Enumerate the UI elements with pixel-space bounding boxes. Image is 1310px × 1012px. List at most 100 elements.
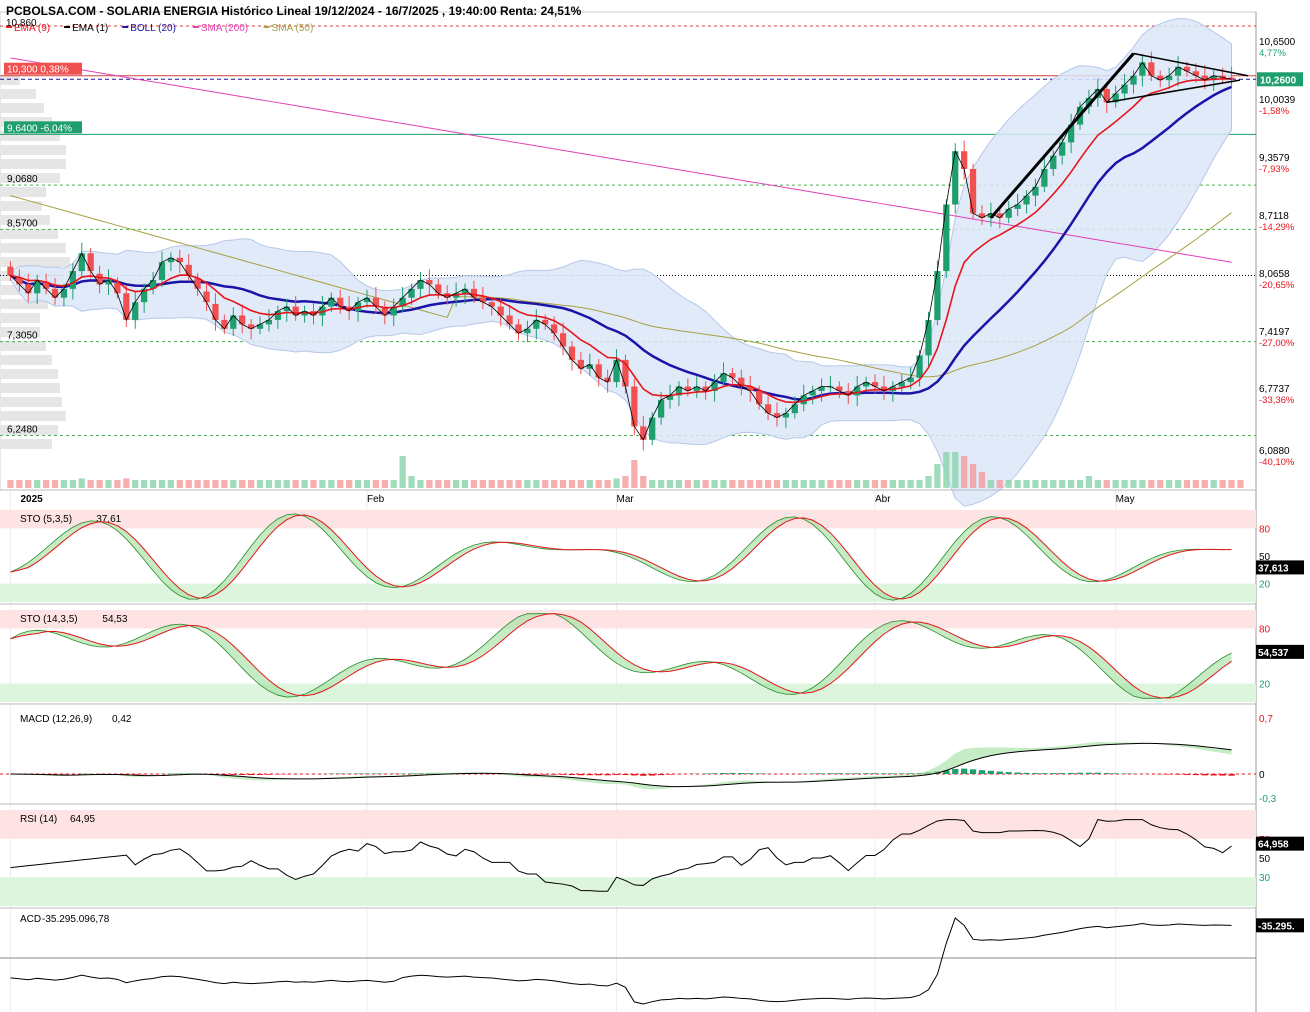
volume-bar — [1139, 480, 1146, 488]
candle-body — [497, 306, 504, 316]
macd-hist-bar — [961, 768, 968, 774]
candle-body — [7, 266, 14, 276]
volume-profile-bar — [0, 187, 46, 197]
macd-hist-bar — [871, 773, 879, 774]
macd-hist-bar — [586, 774, 593, 776]
panel-axis-label: 30 — [1259, 873, 1271, 884]
macd-hist-bar — [1014, 772, 1021, 774]
candle-body — [1050, 155, 1057, 169]
volume-bar — [631, 460, 638, 488]
volume-bar — [854, 480, 861, 488]
volume-profile-bar — [0, 355, 52, 365]
volume-bar — [319, 480, 326, 488]
volume-bar — [408, 476, 415, 488]
volume-bar — [551, 480, 558, 488]
macd-hist-bar — [559, 774, 567, 775]
level-tag-label: 9,6400 -6,04% — [7, 123, 72, 134]
volume-bar — [328, 480, 335, 488]
panel-axis-label: 20 — [1259, 680, 1271, 691]
macd-hist-bar — [1094, 772, 1101, 774]
candle-body — [1139, 62, 1146, 76]
volume-profile-bar — [0, 103, 44, 113]
panel-value: -35.295.096,78 — [42, 914, 110, 925]
candle-body — [212, 303, 219, 320]
candle-body — [435, 284, 442, 294]
candle-body — [470, 288, 478, 298]
volume-bar — [1228, 480, 1235, 488]
volume-bar — [1148, 480, 1155, 488]
level-tag-label: 9,0680 — [7, 174, 38, 185]
candle-body — [925, 319, 932, 356]
volume-bar — [1237, 480, 1244, 488]
candle-body — [631, 386, 638, 427]
volume-bar — [51, 480, 59, 488]
volume-profile-bar — [0, 145, 66, 155]
candle-body — [934, 271, 941, 320]
macd-hist-bar — [952, 768, 959, 774]
volume-bar — [640, 476, 647, 488]
volume-bar — [167, 480, 175, 488]
volume-profile-bar — [0, 369, 58, 379]
volume-bar — [60, 480, 68, 488]
panel-tag: -35.295. — [1258, 921, 1295, 932]
candle-body — [1005, 208, 1012, 218]
volume-bar — [978, 472, 986, 488]
volume-bar — [1023, 480, 1030, 488]
volume-bar — [666, 480, 674, 488]
volume-bar — [461, 480, 469, 488]
candle-body — [328, 297, 335, 307]
macd-hist-bar — [1032, 773, 1039, 774]
candle-body — [158, 262, 166, 280]
macd-hist-bar — [1166, 774, 1173, 775]
macd-hist-bar — [640, 774, 647, 776]
volume-bar — [515, 480, 522, 488]
candle-body — [274, 311, 281, 320]
macd-hist-bar — [827, 773, 834, 774]
volume-bar — [1067, 480, 1075, 488]
volume-bar — [363, 480, 371, 488]
volume-bar — [622, 476, 629, 488]
y-axis-label: 8,0658 — [1259, 269, 1290, 280]
volume-bar — [42, 480, 50, 488]
volume-bar — [996, 480, 1003, 488]
macd-hist-bar — [649, 774, 656, 776]
top-level-label: 10,860 — [6, 18, 37, 29]
volume-bar — [1085, 476, 1093, 488]
macd-hist-bar — [622, 774, 629, 775]
volume-bar — [488, 480, 495, 488]
volume-bar — [381, 480, 388, 488]
volume-bar — [158, 480, 166, 488]
volume-bar — [720, 480, 727, 488]
candle-body — [51, 288, 59, 298]
volume-bar — [1014, 480, 1021, 488]
macd-hist-bar — [1219, 774, 1226, 776]
volume-profile-bar — [0, 243, 66, 253]
volume-bar — [34, 480, 41, 488]
volume-bar — [818, 480, 825, 488]
macd-hist-bar — [1059, 773, 1066, 774]
macd-hist-bar — [613, 774, 620, 775]
macd-hist-bar — [1201, 774, 1208, 776]
volume-bar — [987, 480, 995, 488]
volume-bar — [7, 480, 14, 488]
volume-bar — [577, 480, 585, 488]
y-axis-label: 9,3579 — [1259, 153, 1290, 164]
candle-body — [185, 264, 192, 276]
pct-axis-label: -7,93% — [1259, 164, 1290, 175]
volume-bar — [871, 480, 879, 488]
volume-bar — [417, 480, 424, 488]
volume-bar — [862, 480, 870, 488]
acd-line — [10, 917, 1232, 1005]
candle-body — [640, 426, 647, 440]
volume-profile-bar — [0, 313, 40, 323]
volume-bar — [96, 480, 103, 488]
panel-axis-label: 50 — [1259, 854, 1271, 865]
volume-bar — [1103, 480, 1110, 488]
macd-hist-bar — [1067, 772, 1075, 774]
macd-hist-bar — [1085, 772, 1093, 774]
panel-label: RSI (14) — [20, 814, 57, 825]
volume-bar — [542, 480, 549, 488]
overbought-zone — [0, 810, 1256, 839]
legend-label-4: SMA (50) — [272, 23, 314, 34]
candle-body — [221, 319, 228, 329]
